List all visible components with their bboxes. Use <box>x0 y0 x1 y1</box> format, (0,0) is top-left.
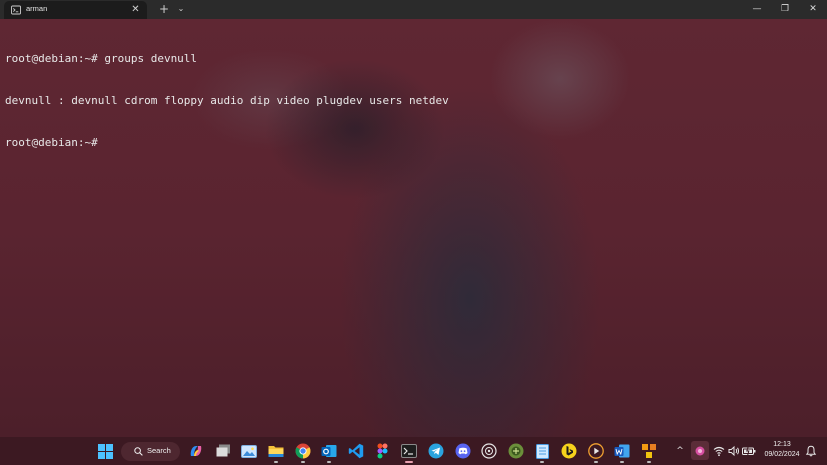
taskbar-app-word[interactable] <box>612 441 632 463</box>
clock[interactable]: 12:13 09/02/2024 <box>760 440 804 460</box>
discord-icon <box>455 443 471 459</box>
taskbar-app-outlook[interactable] <box>319 441 339 463</box>
taskbar-app-other[interactable] <box>639 441 659 463</box>
clock-date: 09/02/2024 <box>764 451 800 458</box>
volume-icon[interactable] <box>728 445 740 457</box>
terminal-icon <box>11 5 21 15</box>
tab-title: arman <box>26 4 48 13</box>
tab-dropdown-button[interactable]: ⌄ <box>175 1 187 17</box>
running-indicator <box>327 461 331 463</box>
tray-app-icon <box>695 446 705 456</box>
taskbar-app-notepad[interactable] <box>532 441 552 463</box>
github-desktop-icon <box>481 443 497 459</box>
new-tab-button[interactable]: + <box>157 1 171 17</box>
media-player-icon <box>588 443 604 459</box>
running-indicator <box>540 461 544 463</box>
task-view-icon <box>216 444 230 457</box>
clock-time: 12:13 <box>773 441 791 448</box>
file-explorer-icon <box>268 446 284 457</box>
taskbar-app-github[interactable] <box>479 441 499 461</box>
taskbar-app-chrome[interactable] <box>293 441 313 463</box>
tab-close-button[interactable]: ✕ <box>129 3 142 16</box>
notepad-icon <box>535 444 549 459</box>
photos-icon <box>241 444 257 458</box>
terminal-pane[interactable]: root@debian:~# groups devnull devnull : … <box>0 19 827 437</box>
running-indicator <box>620 461 624 463</box>
taskbar-app-figma[interactable] <box>372 441 392 461</box>
terminal-line: root@debian:~# groups devnull <box>5 52 198 65</box>
wifi-icon[interactable] <box>713 445 725 457</box>
terminal-prompt-line: root@debian:~# <box>5 136 98 149</box>
taskbar-app-utility[interactable] <box>506 441 526 461</box>
battery-icon[interactable] <box>742 445 756 457</box>
copilot-icon <box>190 446 202 456</box>
tray-app-button[interactable] <box>691 441 709 460</box>
maximize-button[interactable]: ❐ <box>770 0 800 19</box>
terminal-line: devnull : devnull cdrom floppy audio dip… <box>5 94 449 107</box>
taskbar-app-taskview[interactable] <box>213 441 233 461</box>
app-icon <box>642 444 656 458</box>
taskbar-search[interactable]: Search <box>121 442 180 461</box>
start-button[interactable] <box>95 441 115 461</box>
taskbar-app-terminal[interactable] <box>399 441 419 463</box>
bing-icon <box>561 443 577 459</box>
tab-arman[interactable]: arman ✕ <box>4 1 147 19</box>
taskbar-app-copilot[interactable] <box>186 441 206 461</box>
taskbar-app-explorer[interactable] <box>266 441 286 463</box>
search-icon <box>134 447 143 456</box>
minimize-button[interactable]: — <box>742 0 772 19</box>
active-indicator <box>405 461 413 463</box>
running-indicator <box>594 461 598 463</box>
figma-icon <box>377 443 387 459</box>
taskbar-app-telegram[interactable] <box>426 441 446 461</box>
running-indicator <box>301 461 305 463</box>
taskbar-app-discord[interactable] <box>453 441 473 461</box>
taskbar-app-bing[interactable] <box>559 441 579 461</box>
terminal-output: root@debian:~# groups devnull devnull : … <box>5 24 449 178</box>
search-label: Search <box>147 446 171 455</box>
windows-start-icon <box>97 443 113 459</box>
utility-icon <box>508 443 524 459</box>
outlook-icon <box>321 445 337 457</box>
word-icon <box>614 444 630 458</box>
title-bar: arman ✕ + ⌄ — ❐ ✕ <box>0 0 827 19</box>
close-button[interactable]: ✕ <box>798 0 827 19</box>
running-indicator <box>274 461 278 463</box>
telegram-icon <box>428 443 444 459</box>
taskbar-app-vscode[interactable] <box>346 441 366 461</box>
taskbar-app-media-player[interactable] <box>586 441 606 463</box>
taskbar-app-photos[interactable] <box>239 441 259 461</box>
taskbar: Search ^ 12:13 09/02/2024 <box>0 437 827 465</box>
show-hidden-icons-button[interactable]: ^ <box>674 445 686 457</box>
vscode-icon <box>348 443 364 459</box>
running-indicator <box>647 461 651 463</box>
terminal-icon <box>401 444 417 458</box>
chrome-icon <box>295 443 311 459</box>
notification-bell-icon[interactable] <box>805 445 817 457</box>
